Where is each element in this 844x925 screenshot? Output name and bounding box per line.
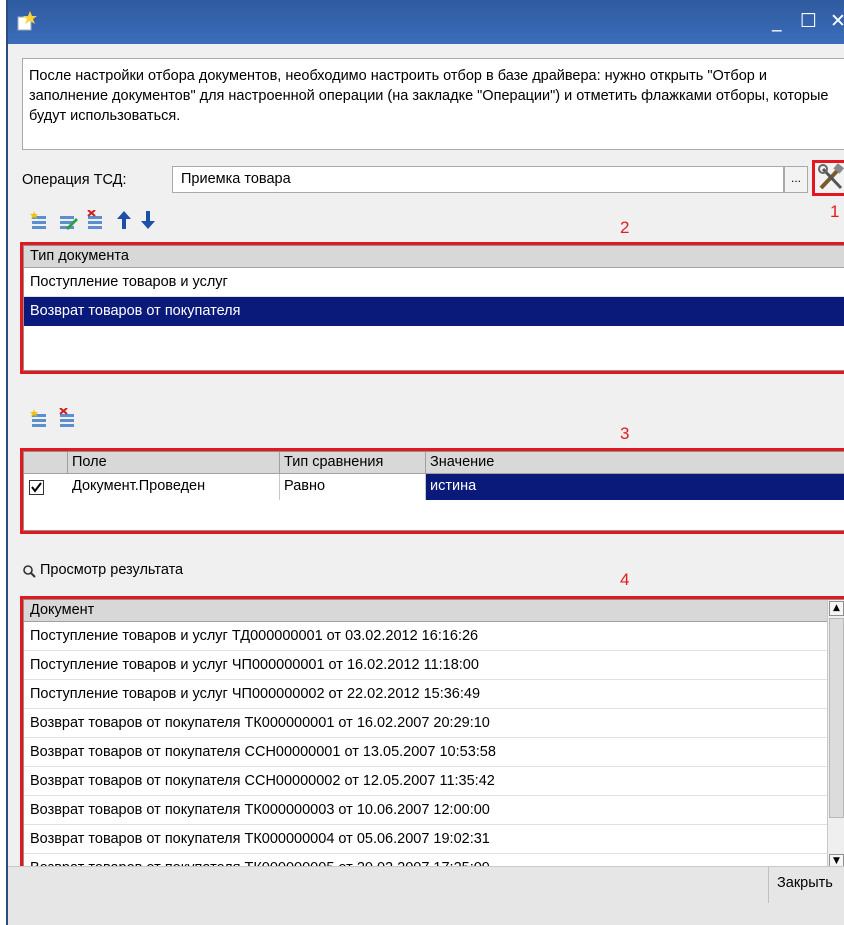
filters-header: Поле Тип сравнения Значение [24, 452, 844, 474]
filter-value-cell[interactable]: истина [426, 474, 844, 500]
add-filter-icon[interactable] [30, 408, 50, 428]
filter-comparison-cell[interactable]: Равно [280, 474, 426, 500]
header-field: Поле [68, 452, 280, 474]
dialog-window: _ ☐ ✕ После настройки отбора документов,… [6, 0, 844, 925]
documents-header: Документ [24, 600, 827, 622]
move-down-icon[interactable] [138, 210, 158, 230]
annotation-4: 4 [620, 570, 630, 589]
tools-icon [818, 163, 844, 190]
minimize-button[interactable]: _ [772, 10, 782, 32]
app-icon [17, 11, 37, 31]
annotation-3: 3 [620, 424, 630, 443]
table-row[interactable]: Поступление товаров и услуг [24, 268, 844, 297]
filter-field-cell[interactable]: Документ.Проведен [68, 474, 280, 500]
annotation-1: 1 [830, 202, 840, 221]
table-row[interactable]: Возврат товаров от покупателя ССН0000000… [24, 738, 827, 767]
edit-row-icon[interactable] [58, 210, 78, 230]
table-row[interactable]: Возврат товаров от покупателя ТК00000000… [24, 709, 827, 738]
table-row[interactable]: Возврат товаров от покупателя ССН0000000… [24, 767, 827, 796]
header-value: Значение [430, 454, 495, 470]
scroll-thumb[interactable] [829, 618, 844, 818]
settings-tools-button[interactable] [812, 160, 844, 196]
doc-types-table: Тип документа Поступление товаров и услу… [23, 245, 844, 371]
add-row-icon[interactable] [30, 210, 50, 230]
info-message: После настройки отбора документов, необх… [22, 58, 844, 150]
delete-row-icon[interactable] [86, 210, 106, 230]
title-bar: _ ☐ ✕ [8, 0, 844, 44]
operation-label: Операция ТСД: [22, 172, 127, 188]
table-row[interactable]: Возврат товаров от покупателя ТК00000000… [24, 825, 827, 854]
annotation-2: 2 [620, 218, 630, 237]
table-row[interactable]: Возврат товаров от покупателя ТК00000000… [24, 796, 827, 825]
filter-checkbox[interactable] [29, 480, 44, 495]
maximize-button[interactable]: ☐ [800, 10, 817, 32]
bottom-bar: Закрыть [8, 866, 844, 925]
checkmark-icon [31, 482, 42, 493]
table-row[interactable]: Поступление товаров и услуг ЧП000000001 … [24, 651, 827, 680]
table-row[interactable]: Поступление товаров и услуг ТД000000001 … [24, 622, 827, 651]
header-comparison: Тип сравнения [280, 452, 426, 474]
documents-table: Документ Поступление товаров и услуг ТД0… [23, 599, 844, 871]
delete-filter-icon[interactable] [58, 408, 78, 428]
filters-table: Поле Тип сравнения Значение Документ.Про… [23, 451, 844, 531]
table-row[interactable]: Возврат товаров от покупателя [24, 297, 844, 326]
scroll-up-icon[interactable]: ▲ [829, 601, 844, 616]
documents-scrollbar[interactable]: ▲ ▼ [827, 600, 844, 870]
operation-field[interactable]: Приемка товара [172, 166, 784, 193]
table-row[interactable]: Поступление товаров и услуг ЧП000000002 … [24, 680, 827, 709]
close-window-button[interactable]: ✕ [830, 10, 844, 32]
doc-types-header: Тип документа [24, 246, 844, 268]
preview-result-link[interactable]: Просмотр результата [40, 562, 183, 578]
magnifier-icon [23, 565, 36, 578]
operation-select-button[interactable]: ... [784, 166, 808, 193]
move-up-icon[interactable] [114, 210, 134, 230]
close-button[interactable]: Закрыть [768, 867, 844, 903]
